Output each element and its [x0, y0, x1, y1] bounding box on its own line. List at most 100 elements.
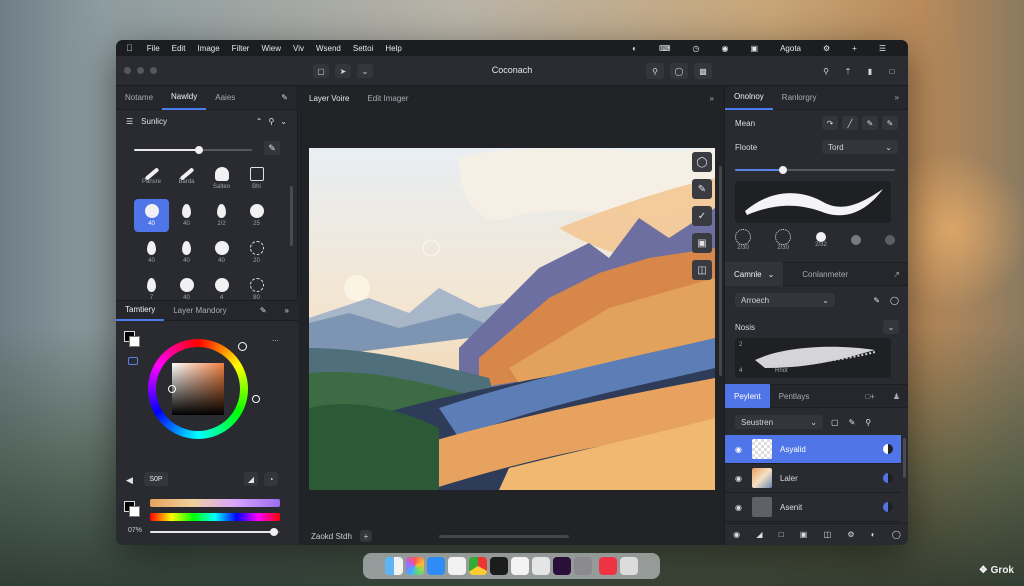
layer-row[interactable]: ◉ Asyalid [725, 435, 901, 464]
layer-name[interactable]: Asyalid [780, 445, 806, 454]
expand-icon[interactable]: » [710, 94, 714, 103]
menu-view[interactable]: Wiew [261, 44, 281, 53]
text-icon[interactable] [511, 557, 529, 575]
brush-dot[interactable]: 2/30 [735, 229, 751, 251]
menu-settings[interactable]: Settoi [353, 44, 373, 53]
brush-preset[interactable]: 40 [134, 199, 169, 232]
zoom-button[interactable] [150, 67, 157, 74]
pin-icon[interactable]: ⚲ [865, 418, 871, 427]
search-icon[interactable]: ⚲ [268, 117, 274, 126]
notes-icon[interactable] [448, 557, 466, 575]
tab-notame[interactable]: Notame [116, 86, 162, 110]
tab-tamtiery[interactable]: Tamtiery [116, 301, 165, 321]
layer-scrollbar[interactable] [903, 438, 906, 478]
transform-icon[interactable]: ▢ [831, 418, 839, 427]
brush-preset[interactable]: 40 [169, 236, 204, 269]
tab-aaies[interactable]: Aaies [206, 86, 244, 110]
eye-icon[interactable]: ◉ [735, 474, 742, 483]
pen-icon[interactable]: ✎ [862, 116, 878, 130]
pen-icon[interactable]: ✎ [272, 86, 297, 110]
folder-icon[interactable] [599, 557, 617, 575]
chevron-up-icon[interactable]: ⌃ [256, 117, 263, 126]
minimize-button[interactable] [137, 67, 144, 74]
line-icon[interactable]: ╱ [842, 116, 858, 130]
brush-preset[interactable]: 40 [134, 236, 169, 269]
color-swatches-small[interactable] [124, 501, 140, 517]
layer-toggle[interactable] [883, 473, 893, 483]
smudge-icon[interactable]: ✓ [692, 206, 712, 226]
hex-field[interactable]: S0P [144, 472, 168, 486]
brush-preset[interactable]: Bhl [239, 162, 274, 195]
pen-icon[interactable]: ✎ [849, 418, 856, 427]
group-icon[interactable]: ▣ [800, 530, 808, 539]
brush-preset[interactable]: Pansre [134, 162, 169, 195]
menu-viv[interactable]: Viv [293, 44, 304, 53]
menu-help[interactable]: Help [385, 44, 401, 53]
layer-name[interactable]: Asenit [780, 503, 802, 512]
circle-icon[interactable]: ◯ [890, 296, 899, 305]
options-dropdown[interactable]: ⌄ [357, 64, 373, 78]
settings-icon[interactable]: ⚙ [847, 530, 854, 539]
keyboard-icon[interactable]: ⌨ [659, 44, 671, 53]
brush-preset[interactable]: 20 [239, 236, 274, 269]
gradient-bar[interactable] [150, 499, 280, 507]
eyedropper-icon[interactable]: ✎ [264, 141, 280, 155]
chat-icon[interactable]: ▢ [313, 64, 329, 78]
color-swatches[interactable] [124, 331, 140, 347]
clock-icon[interactable]: ◷ [693, 44, 700, 53]
mask-icon[interactable]: ◢ [756, 530, 762, 539]
layer-row[interactable]: ◉ Laler [725, 464, 901, 493]
share-icon[interactable]: ⇡ [840, 63, 856, 79]
settings-icon[interactable]: ⚙ [823, 44, 830, 53]
tab-edit-imager[interactable]: Edit Imager [367, 94, 408, 103]
search-icon[interactable]: ⚲ [646, 63, 664, 79]
tab-layer-voire[interactable]: Layer Voire [309, 94, 349, 103]
eye-icon[interactable]: ◉ [735, 445, 742, 454]
app-icon[interactable] [490, 557, 508, 575]
tab-conlanmeter[interactable]: Conlanmeter [793, 262, 857, 286]
history-icon[interactable]: ◔ [264, 472, 278, 486]
tab-layer-mandory[interactable]: Layer Mandory [164, 301, 235, 321]
eyedropper-icon[interactable]: ✎ [251, 301, 276, 321]
add-layer-icon[interactable]: □+ [856, 384, 884, 408]
photos-icon[interactable] [406, 557, 424, 575]
cursor-icon[interactable]: ➤ [335, 64, 351, 78]
lasso-icon[interactable]: ↷ [822, 116, 838, 130]
brush-preset[interactable]: Salteo [204, 162, 239, 195]
artwork-canvas[interactable] [309, 148, 715, 490]
settings-icon[interactable] [574, 557, 592, 575]
swap-icon[interactable] [128, 357, 138, 365]
safari-icon[interactable] [427, 557, 445, 575]
user-icon[interactable]: ▣ [751, 44, 759, 53]
menu-window[interactable]: Wsend [316, 44, 341, 53]
brush-preset[interactable]: Barda [169, 162, 204, 195]
canvas-scrollbar[interactable] [719, 166, 722, 376]
plus-icon[interactable]: + [852, 44, 857, 53]
brush-dot[interactable]: 2/32 [815, 232, 827, 248]
flow-slider[interactable] [735, 166, 895, 174]
layer-toggle[interactable] [883, 444, 893, 454]
blend-dropdown[interactable]: Seustren ⌄ [735, 415, 823, 429]
brush-scrollbar[interactable] [290, 186, 293, 246]
chrome-icon[interactable] [469, 557, 487, 575]
brush-preset[interactable]: 40 [169, 199, 204, 232]
brush-icon[interactable]: ✎ [692, 179, 712, 199]
opacity-slider[interactable] [150, 528, 280, 536]
brush-size-slider[interactable] [134, 146, 252, 154]
menu-icon[interactable]: ☰ [126, 117, 133, 126]
layer-toggle[interactable] [883, 502, 893, 512]
color-picker-handle[interactable] [168, 385, 176, 393]
flow-dropdown[interactable]: Tord ⌄ [822, 140, 898, 154]
flow-knob[interactable] [779, 166, 787, 174]
opacity-knob[interactable] [269, 528, 278, 536]
user-name[interactable]: Agota [780, 44, 801, 53]
brush-size-knob[interactable] [194, 146, 203, 154]
user-icon[interactable]: ♟ [884, 384, 908, 408]
copy-icon[interactable]: ◫ [824, 530, 832, 539]
visibility-icon[interactable]: ◉ [733, 530, 740, 539]
select-icon[interactable]: ◫ [692, 260, 712, 280]
menu-image[interactable]: Image [197, 44, 219, 53]
chevron-down-icon[interactable]: ⌄ [883, 320, 899, 334]
mail-icon[interactable] [532, 557, 550, 575]
layer-row[interactable]: ◉ Asenit [725, 493, 901, 522]
